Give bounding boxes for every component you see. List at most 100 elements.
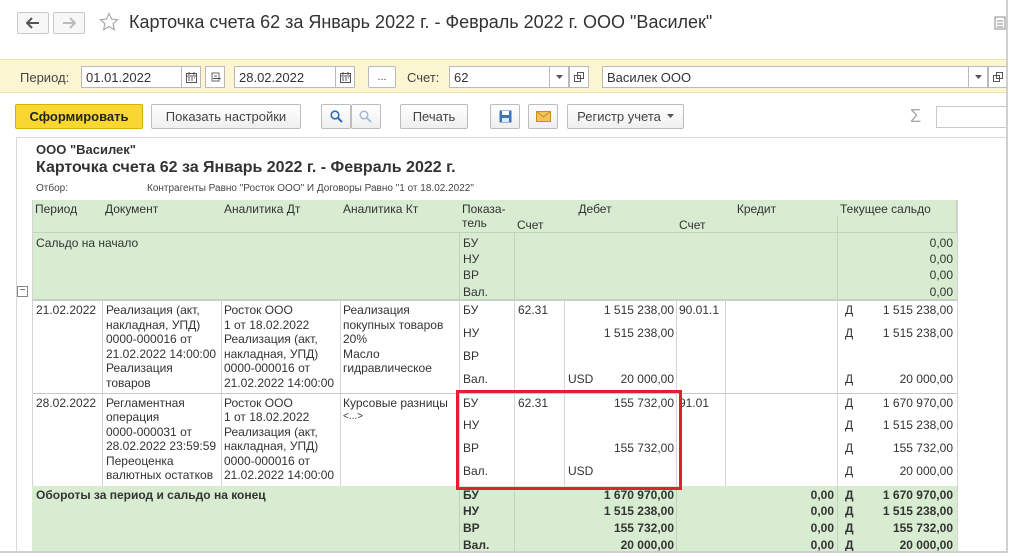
save-button[interactable] [490,104,520,129]
arrow-right-icon [63,17,76,29]
highlight-box [456,390,682,490]
row-analytics-dt-line: 0000-000016 от [224,454,310,468]
register-dropdown-button[interactable]: Регистр учета [567,104,684,129]
account-input[interactable]: 62 [449,66,550,88]
arrow-left-icon [26,17,39,29]
organization-input[interactable]: Василек ООО [602,66,969,88]
opening-indicator: БУ [463,236,479,250]
totals-credit: 0,00 [810,521,834,535]
row-analytics-dt-line: накладная, УПД) [224,439,319,453]
grid-line [221,300,222,486]
header-debit: Дебет [514,200,677,217]
row-analytics-dt-line: накладная, УПД) [224,347,319,361]
star-icon[interactable] [99,12,119,32]
row-document-line: 21.02.2022 14:00:00 [106,347,217,361]
row-balance-sign: Д [845,464,854,478]
row-analytics-dt-line: 1 от 18.02.2022 [224,318,310,332]
row-analytics-kt-line: Реализация [343,303,410,317]
row-debit-amount: 1 515 238,00 [603,326,674,340]
header-period: Период [32,200,103,233]
row-period: 28.02.2022 [36,396,97,410]
row-document-line: накладная, УПД) [106,318,201,332]
row-document-line: 0000-000031 от [106,425,192,439]
totals-balance-sign: Д [845,521,854,535]
totals-credit: 0,00 [810,488,834,502]
date-to-calendar-button[interactable] [335,66,355,88]
collapse-group-button[interactable]: − [17,286,28,297]
row-analytics-dt-line: Реализация (акт, [224,332,318,346]
report-window: Карточка счета 62 за Январь 2022 г. - Фе… [0,0,1008,553]
totals-balance: 20 000,00 [899,538,953,552]
row-analytics-dt-line: 1 от 18.02.2022 [224,410,310,424]
grid-line [32,300,957,301]
forward-button[interactable] [53,12,85,34]
search-next-button[interactable] [351,104,381,129]
account-label: Счет: [407,70,440,85]
print-button[interactable]: Печать [400,104,468,129]
grid-line [957,200,958,551]
envelope-icon [535,111,551,122]
chevron-down-icon [555,74,563,79]
totals-debit: 1 515 238,00 [603,504,674,518]
totals-indicator: БУ [463,488,479,502]
row-analytics-dt-line: Росток ООО [224,303,293,317]
header-credit: Кредит [676,200,838,217]
row-debit-amount: 20 000,00 [620,372,674,386]
period-select-button[interactable]: ... [368,66,396,88]
show-settings-button[interactable]: Показать настройки [151,104,301,129]
grid-line [340,300,341,486]
row-document-line: товаров [106,376,151,390]
date-from-calendar-button[interactable] [181,66,201,88]
totals-indicator: НУ [463,504,480,518]
row-balance: 155 732,00 [892,441,953,455]
organization-open-button[interactable] [988,66,1006,88]
grid-line [102,300,103,486]
row-indicator: ВР [463,349,480,363]
search-refresh-icon [359,110,372,123]
totals-balance-sign: Д [845,488,854,502]
filter-description: Контрагенты Равно "Росток ООО" И Договор… [147,183,474,194]
row-analytics-dt-line: Реализация (акт, [224,425,318,439]
header-indicator-line1: Показа- [462,202,506,216]
email-button[interactable] [528,104,558,129]
row-analytics-kt-line: гидравлическое [343,361,432,375]
row-document-line: Переоценка [106,454,174,468]
totals-debit: 155 732,00 [613,521,674,535]
date-from-input[interactable]: 01.01.2022 [81,66,182,88]
grid-line [514,233,515,300]
menu-icon[interactable] [994,16,1006,30]
chevron-down-icon [666,114,674,118]
window-title: Карточка счета 62 за Январь 2022 г. - Фе… [129,12,713,32]
row-document-line: валютных остатков [106,468,214,482]
row-indicator: БУ [463,303,479,317]
row-document-line: 0000-000016 от [106,332,192,346]
save-icon [499,110,511,123]
totals-debit: 20 000,00 [620,538,674,552]
account-open-button[interactable] [569,66,589,88]
totals-indicator: Вал. [463,538,490,552]
opening-indicator: ВР [463,268,480,282]
search-icon [329,110,343,123]
header-debit-amount [564,216,677,233]
row-balance-sign: Д [845,418,854,432]
row-balance-sign: Д [845,441,854,455]
back-button[interactable] [17,12,49,34]
account-dropdown-button[interactable] [549,66,569,88]
grid-line [837,300,838,486]
header-analytics-dt: Аналитика Дт [221,200,341,233]
row-balance: 20 000,00 [899,464,953,478]
search-button[interactable] [321,104,351,129]
totals-credit: 0,00 [810,538,834,552]
opening-balance-value: 0,00 [929,252,953,266]
row-credit-account: 90.01.1 [679,303,720,317]
opening-balance-label: Сальдо на начало [36,236,139,250]
filter-caption: Отбор: [36,183,68,194]
organization-dropdown-button[interactable] [968,66,988,88]
totals-balance: 1 670 970,00 [882,488,953,502]
date-to-input[interactable]: 28.02.2022 [234,66,336,88]
generate-button[interactable]: Сформировать [15,104,143,129]
period-label: Период: [20,70,70,85]
totals-indicator: ВР [463,521,480,535]
row-debit-account: 62.31 [518,303,549,317]
sum-field [936,106,1006,128]
